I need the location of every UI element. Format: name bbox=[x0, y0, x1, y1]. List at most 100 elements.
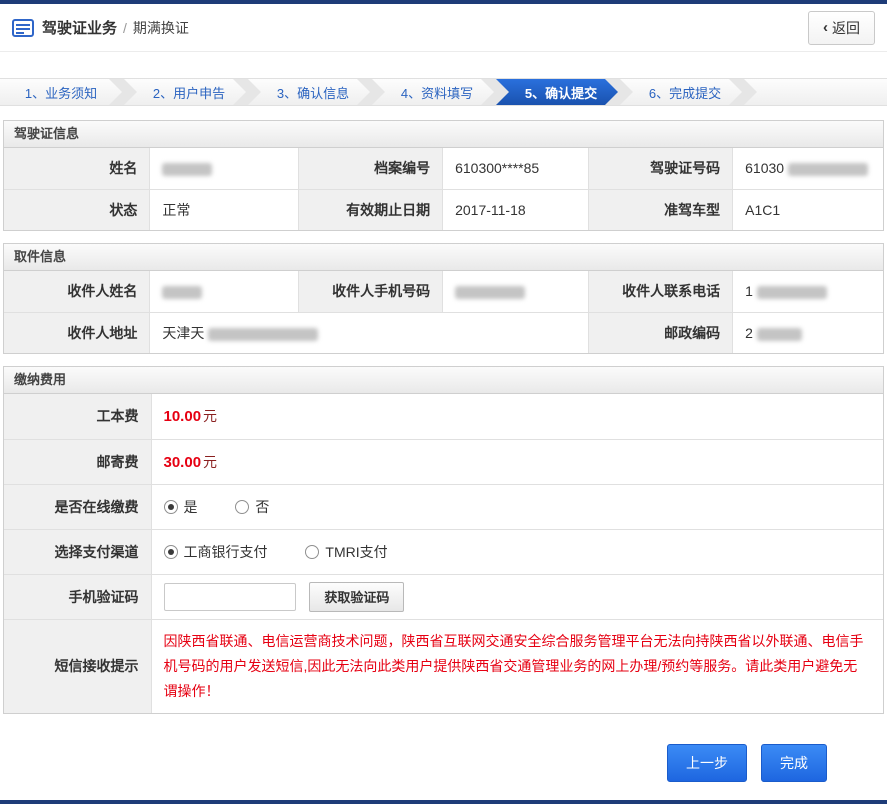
payment-section: 缴纳费用 工本费 10.00 元 邮寄费 30.00 元 是否在线缴费 是 否 选择… bbox=[3, 366, 884, 714]
table-row: 选择支付渠道 工商银行支付 TMRI支付 bbox=[4, 528, 883, 575]
recipient-name-label: 收件人姓名 bbox=[4, 271, 151, 313]
step-nav-filler bbox=[744, 79, 887, 105]
license-info-section: 驾驶证信息 姓名 档案编号 610300****85 驾驶证号码 61030 状… bbox=[3, 120, 884, 231]
redacted-recipient-phone bbox=[756, 286, 827, 300]
license-no-value: 61030 bbox=[732, 148, 883, 190]
step-3-confirm-info: 3、确认信息 bbox=[248, 79, 370, 105]
postal-code-prefix: 2 bbox=[745, 324, 753, 341]
production-fee-amount: 10.00 bbox=[163, 408, 202, 426]
back-button[interactable]: ‹ 返回 bbox=[808, 10, 875, 45]
radio-icbc-icon[interactable] bbox=[163, 544, 178, 559]
step-1-label: 1、业务须知 bbox=[24, 85, 98, 101]
license-service-icon bbox=[12, 18, 34, 37]
previous-step-button[interactable]: 上一步 bbox=[667, 743, 747, 782]
pickup-info-table: 收件人姓名 收件人手机号码 收件人联系电话 1 收件人地址 天津天 邮政编码 2 bbox=[4, 271, 883, 353]
recipient-mobile-label: 收件人手机号码 bbox=[297, 271, 444, 313]
pickup-section-title: 取件信息 bbox=[4, 244, 883, 271]
sms-notice-cell: 因陕西省联通、电信运营商技术问题，陕西省互联网交通安全综合服务管理平台无法向持陕… bbox=[150, 618, 883, 713]
payment-channel-options: 工商银行支付 TMRI支付 bbox=[150, 528, 883, 575]
recipient-name-value bbox=[149, 271, 299, 313]
mailing-fee-unit: 元 bbox=[203, 453, 218, 470]
table-row: 短信接收提示 因陕西省联通、电信运营商技术问题，陕西省互联网交通安全综合服务管理… bbox=[4, 618, 883, 713]
finish-button[interactable]: 完成 bbox=[761, 743, 827, 782]
step-3-label: 3、确认信息 bbox=[276, 85, 350, 101]
page-header: 驾驶证业务 / 期满换证 ‹ 返回 bbox=[0, 4, 887, 52]
table-row: 收件人地址 天津天 邮政编码 2 bbox=[4, 311, 883, 353]
vehicle-type-value: A1C1 bbox=[732, 188, 883, 230]
recipient-address-prefix: 天津天 bbox=[162, 324, 205, 341]
postal-code-value: 2 bbox=[732, 311, 883, 353]
online-payment-label: 是否在线缴费 bbox=[4, 483, 152, 530]
status-label: 状态 bbox=[4, 188, 151, 230]
title-separator: / bbox=[123, 19, 127, 36]
footer-actions: 上一步 完成 bbox=[0, 726, 887, 804]
mailing-fee-value: 30.00 元 bbox=[150, 438, 883, 485]
license-no-label: 驾驶证号码 bbox=[587, 148, 734, 190]
expiry-label: 有效期止日期 bbox=[297, 188, 444, 230]
radio-yes-icon[interactable] bbox=[163, 499, 178, 514]
redacted-recipient-mobile bbox=[455, 286, 526, 300]
step-6-label: 6、完成提交 bbox=[648, 85, 722, 101]
payment-section-title: 缴纳费用 bbox=[4, 367, 883, 394]
recipient-phone-label: 收件人联系电话 bbox=[587, 271, 734, 313]
captcha-row: 获取验证码 bbox=[150, 573, 883, 620]
postal-code-label: 邮政编码 bbox=[587, 311, 734, 353]
recipient-phone-prefix: 1 bbox=[745, 283, 753, 300]
production-fee-unit: 元 bbox=[203, 408, 218, 425]
radio-tmri-icon[interactable] bbox=[305, 544, 320, 559]
step-nav: 1、业务须知 2、用户申告 3、确认信息 4、资料填写 5、确认提交 6、完成提… bbox=[0, 78, 887, 106]
redacted-postal-code bbox=[756, 327, 802, 341]
back-chevron-icon: ‹ bbox=[823, 19, 828, 36]
online-yes-label: 是 bbox=[183, 498, 198, 515]
table-row: 手机验证码 获取验证码 bbox=[4, 573, 883, 620]
sms-notice-label: 短信接收提示 bbox=[4, 618, 152, 713]
step-4-label: 4、资料填写 bbox=[400, 85, 474, 101]
license-info-table: 姓名 档案编号 610300****85 驾驶证号码 61030 状态 正常 有… bbox=[4, 148, 883, 230]
payment-table: 工本费 10.00 元 邮寄费 30.00 元 是否在线缴费 是 否 选择支付渠道 … bbox=[4, 394, 883, 713]
online-no-label: 否 bbox=[255, 498, 270, 515]
step-1-business-notes: 1、业务须知 bbox=[0, 79, 122, 105]
step-6-complete-submit: 6、完成提交 bbox=[620, 79, 742, 105]
redacted-license-no bbox=[788, 163, 869, 177]
radio-no-icon[interactable] bbox=[235, 499, 250, 514]
online-payment-options: 是 否 bbox=[150, 483, 883, 530]
table-row: 邮寄费 30.00 元 bbox=[4, 438, 883, 485]
step-2-label: 2、用户申告 bbox=[152, 85, 226, 101]
recipient-mobile-value bbox=[442, 271, 589, 313]
channel-icbc-option[interactable]: 工商银行支付 bbox=[163, 542, 268, 562]
expiry-value: 2017-11-18 bbox=[442, 188, 589, 230]
production-fee-label: 工本费 bbox=[4, 394, 152, 440]
online-no-option[interactable]: 否 bbox=[235, 497, 269, 517]
table-row: 状态 正常 有效期止日期 2017-11-18 准驾车型 A1C1 bbox=[4, 188, 883, 230]
license-no-prefix: 61030 bbox=[745, 160, 785, 177]
redacted-name bbox=[162, 163, 213, 177]
captcha-label: 手机验证码 bbox=[4, 573, 152, 620]
file-no-value: 610300****85 bbox=[442, 148, 589, 190]
online-yes-option[interactable]: 是 bbox=[163, 497, 198, 517]
step-4-fill-info: 4、资料填写 bbox=[372, 79, 494, 105]
status-value: 正常 bbox=[149, 188, 299, 230]
get-captcha-button[interactable]: 获取验证码 bbox=[309, 581, 405, 612]
step-2-user-declaration: 2、用户申告 bbox=[124, 79, 246, 105]
channel-tmri-label: TMRI支付 bbox=[325, 543, 388, 560]
sms-notice-text: 因陕西省联通、电信运营商技术问题，陕西省互联网交通安全综合服务管理平台无法向持陕… bbox=[163, 632, 864, 699]
page-subtitle: 期满换证 bbox=[132, 19, 189, 36]
vehicle-type-label: 准驾车型 bbox=[587, 188, 734, 230]
file-no-label: 档案编号 bbox=[297, 148, 444, 190]
recipient-address-label: 收件人地址 bbox=[4, 311, 151, 353]
name-label: 姓名 bbox=[4, 148, 151, 190]
pickup-info-section: 取件信息 收件人姓名 收件人手机号码 收件人联系电话 1 收件人地址 天津天 邮… bbox=[3, 243, 884, 354]
name-value bbox=[149, 148, 299, 190]
redacted-recipient-address bbox=[208, 327, 319, 341]
table-row: 是否在线缴费 是 否 bbox=[4, 483, 883, 530]
step-5-label: 5、确认提交 bbox=[524, 85, 598, 101]
step-5-confirm-submit: 5、确认提交 bbox=[496, 79, 618, 105]
mailing-fee-amount: 30.00 bbox=[163, 453, 202, 471]
recipient-address-value: 天津天 bbox=[149, 311, 589, 353]
payment-channel-label: 选择支付渠道 bbox=[4, 528, 152, 575]
channel-tmri-option[interactable]: TMRI支付 bbox=[305, 542, 388, 562]
bottom-accent-bar bbox=[0, 799, 887, 804]
captcha-input[interactable] bbox=[163, 582, 296, 611]
mailing-fee-label: 邮寄费 bbox=[4, 438, 152, 485]
redacted-recipient-name bbox=[162, 286, 203, 300]
